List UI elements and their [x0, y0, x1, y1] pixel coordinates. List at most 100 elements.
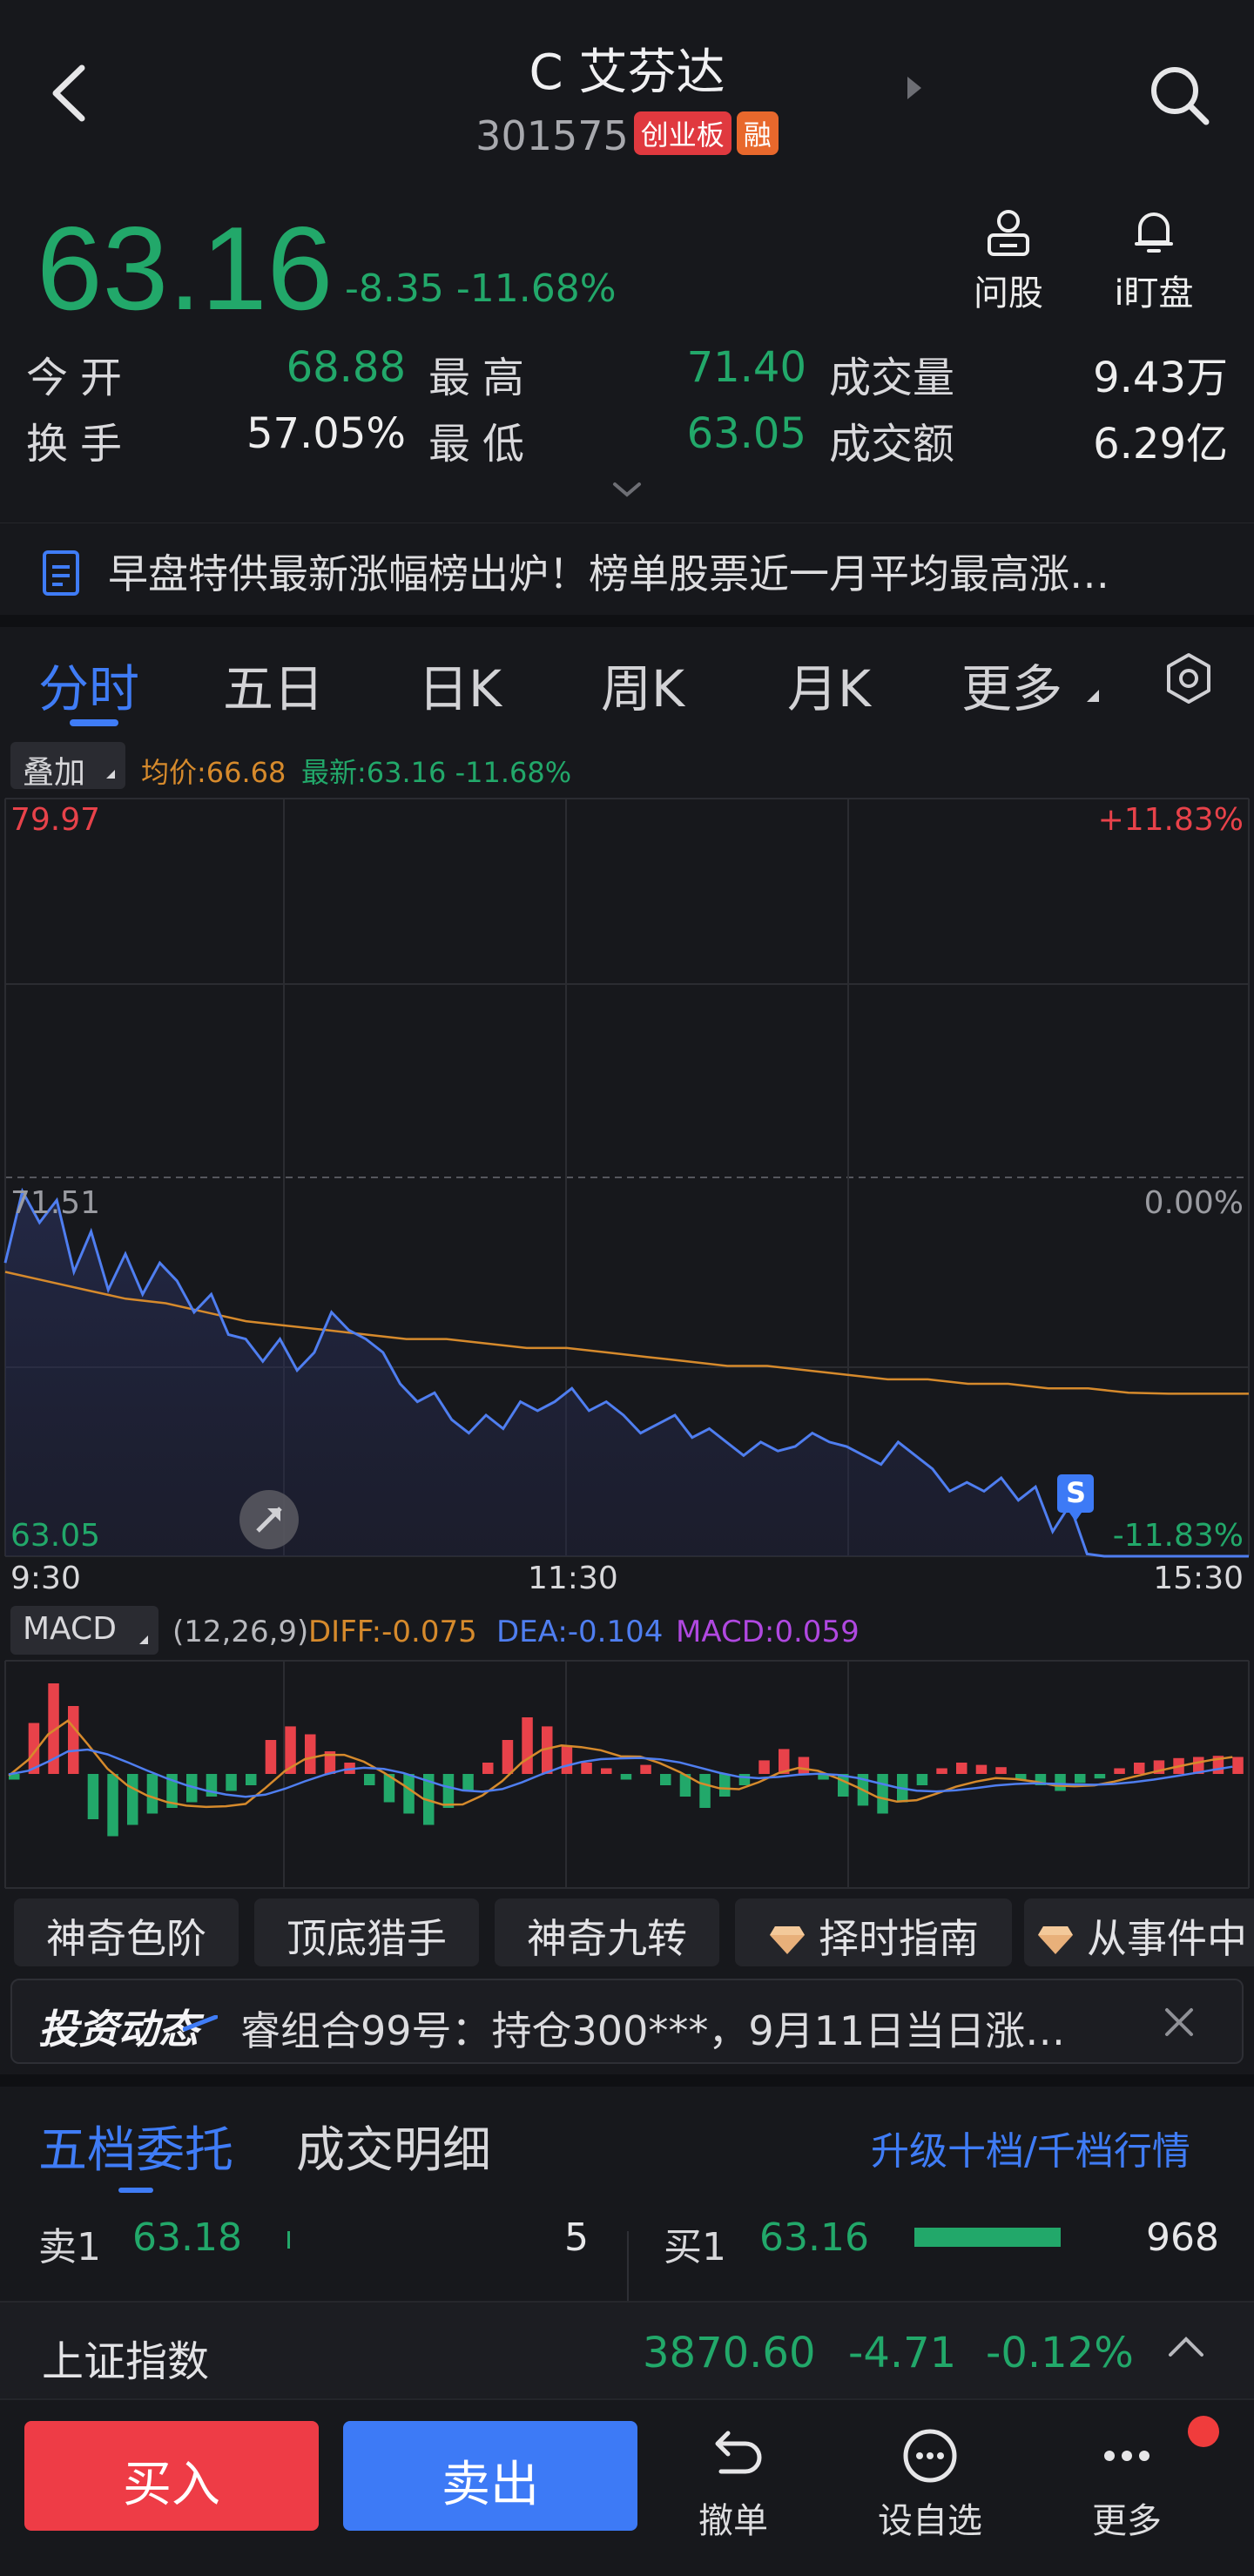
feature-from-event[interactable]: 从事件中	[1024, 1898, 1254, 1966]
chevron-up-icon[interactable]	[1167, 2334, 1205, 2360]
feature-label: 顶底猎手	[287, 1915, 447, 1962]
macd-bar	[758, 1760, 770, 1774]
tab-daily-k[interactable]: 日K	[418, 648, 502, 721]
stock-code-row: 301575 创业板融	[0, 111, 1254, 159]
macd-bar	[699, 1774, 711, 1808]
active-tab-indicator	[70, 719, 118, 726]
amount-label: 成交额	[829, 420, 955, 469]
investment-news-banner[interactable]: 投资动态 睿组合99号：持仓300***，9月11日当日涨…	[10, 1979, 1244, 2064]
amount-value: 6.29亿	[1093, 420, 1228, 469]
latest-price-legend: 最新:63.16 -11.68%	[301, 756, 572, 789]
macd-bar	[581, 1763, 592, 1774]
buy1-label: 买1	[664, 2225, 726, 2269]
macd-bars	[9, 1683, 1244, 1837]
macd-bar	[1232, 1757, 1244, 1774]
sell-button[interactable]: 卖出	[343, 2421, 637, 2531]
close-icon[interactable]	[1163, 2006, 1195, 2038]
ask-stock-label: 问股	[974, 273, 1043, 314]
bottom-toolbar: 买入 卖出 撤单 设自选 更多	[0, 2398, 1254, 2576]
watch-label: i盯盘	[1114, 273, 1194, 314]
y-axis-mid: 71.51	[10, 1185, 101, 1221]
sell1-qty: 5	[564, 2215, 589, 2260]
document-icon	[43, 550, 79, 596]
draw-tool-button[interactable]	[239, 1490, 299, 1549]
tab-monthly-k[interactable]: 月K	[787, 648, 871, 721]
cancel-order-button[interactable]: 撤单	[664, 2428, 803, 2543]
time-start: 9:30	[10, 1561, 81, 1596]
news-ticker[interactable]: 早盘特供最新涨幅榜出炉！榜单股票近一月平均最高涨…	[0, 523, 1254, 615]
avg-price-legend: 均价:66.68	[141, 756, 287, 789]
macd-selector[interactable]: MACD	[10, 1606, 158, 1655]
tab-weekly-k[interactable]: 周K	[601, 648, 684, 721]
overlay-button[interactable]: 叠加	[10, 742, 125, 791]
diamond-icon	[1038, 1926, 1073, 1954]
feature-top-bottom-hunter[interactable]: 顶底猎手	[254, 1898, 479, 1966]
person-icon	[988, 210, 1029, 256]
tab-more[interactable]: 更多	[961, 648, 1062, 721]
sell1-price: 63.18	[132, 2215, 242, 2260]
next-stock-icon[interactable]	[906, 75, 923, 101]
macd-bar	[1114, 1768, 1125, 1774]
dots-circle-icon	[903, 2429, 957, 2483]
add-watchlist-button[interactable]: 设自选	[860, 2428, 1000, 2543]
buy1-volume-bar	[914, 2228, 1061, 2247]
pct-axis-mid: 0.00%	[1143, 1185, 1244, 1221]
more-button[interactable]: 更多	[1057, 2428, 1197, 2543]
dropdown-corner-icon	[139, 1635, 148, 1644]
expand-chevron-icon[interactable]	[610, 479, 644, 500]
tab-intraday[interactable]: 分时	[38, 648, 139, 721]
overlay-label: 叠加	[23, 755, 86, 791]
feature-nine-turn[interactable]: 神奇九转	[495, 1898, 719, 1966]
tab-five-day[interactable]: 五日	[223, 648, 324, 721]
feature-color-scale[interactable]: 神奇色阶	[14, 1898, 239, 1966]
more-icon	[1104, 2451, 1150, 2461]
macd-bar	[916, 1774, 928, 1785]
tab-five-level-orders[interactable]: 五档委托	[38, 2111, 233, 2182]
macd-bar	[305, 1734, 316, 1774]
margin-badge: 融	[736, 111, 779, 155]
change-amount: -8.35	[345, 266, 444, 311]
macd-chart[interactable]	[0, 1659, 1254, 1890]
section-divider	[0, 615, 1254, 627]
macd-bar	[877, 1774, 888, 1814]
macd-bar	[246, 1774, 257, 1785]
macd-diff: DIFF:-0.075	[308, 1615, 477, 1649]
macd-bar	[660, 1774, 671, 1785]
low-value: 63.05	[686, 409, 806, 458]
tab-trade-details[interactable]: 成交明细	[296, 2111, 491, 2182]
macd-params: (12,26,9)	[172, 1615, 309, 1649]
buy-button[interactable]: 买入	[24, 2421, 319, 2531]
chart-tabs: 分时 五日 日K 周K 月K 更多	[0, 627, 1254, 732]
turnover-value: 57.05%	[246, 409, 406, 458]
macd-bar	[226, 1774, 237, 1791]
settings-icon[interactable]	[1162, 651, 1216, 705]
notification-dot	[1188, 2416, 1219, 2447]
watch-button[interactable]: i盯盘	[1097, 206, 1210, 315]
feature-timing-guide[interactable]: 择时指南	[735, 1898, 1012, 1966]
feature-label: 择时指南	[819, 1915, 979, 1962]
high-label: 最高	[428, 354, 537, 402]
intraday-chart-svg	[3, 798, 1250, 1558]
macd-bar	[502, 1740, 514, 1774]
search-icon[interactable]	[1145, 61, 1215, 131]
macd-bar	[127, 1774, 138, 1825]
intraday-chart[interactable]: 79.97 +11.83% 71.51 0.00% 63.05 -11.83% …	[0, 797, 1254, 1559]
macd-bar	[68, 1706, 79, 1774]
time-mid: 11:30	[528, 1561, 618, 1596]
current-price: 63.16	[37, 202, 334, 334]
high-value: 71.40	[686, 343, 806, 392]
undo-icon	[715, 2431, 762, 2474]
macd-bar	[1094, 1774, 1106, 1779]
macd-bar	[956, 1763, 967, 1774]
macd-bar	[995, 1767, 1007, 1774]
upgrade-depth-link[interactable]: 升级十档/千档行情	[871, 2120, 1190, 2175]
ask-stock-button[interactable]: 问股	[952, 206, 1065, 315]
swoosh-icon	[183, 2015, 218, 2032]
more-label: 更多	[1092, 2501, 1162, 2541]
board-badge: 创业板	[633, 111, 732, 155]
sell-marker-label: S	[1066, 1476, 1087, 1509]
add-watchlist-label: 设自选	[878, 2501, 982, 2541]
book-tab-indicator	[118, 2188, 153, 2193]
index-bar[interactable]: 上证指数 3870.60 -4.71 -0.12%	[0, 2301, 1254, 2398]
header: C 艾芬达 301575 创业板融	[0, 0, 1254, 200]
